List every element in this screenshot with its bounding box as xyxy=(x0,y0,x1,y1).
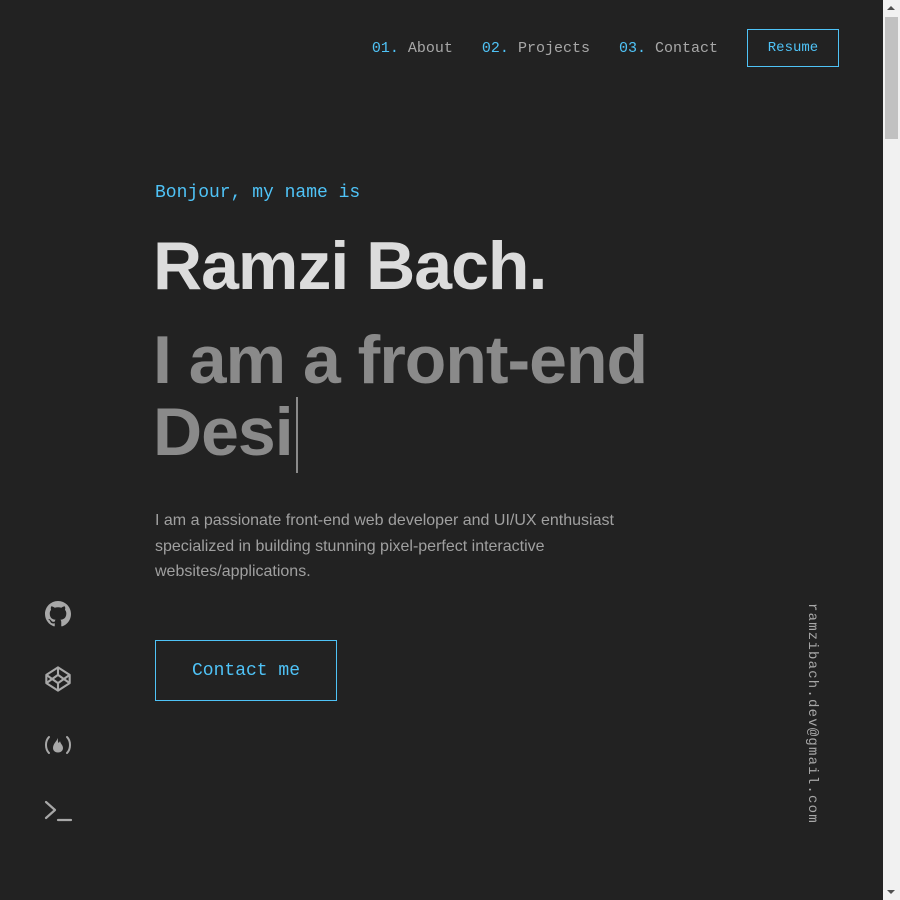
nav-label: Projects xyxy=(517,39,590,57)
resume-button[interactable]: Resume xyxy=(747,29,839,67)
vertical-scrollbar[interactable] xyxy=(883,0,900,900)
scroll-down-arrow-icon[interactable] xyxy=(887,890,895,894)
codepen-link[interactable] xyxy=(42,663,74,695)
codepen-icon xyxy=(44,665,72,693)
typing-cursor xyxy=(295,397,298,473)
github-link[interactable] xyxy=(42,598,74,630)
nav-label: Contact xyxy=(654,39,718,57)
freecodecamp-link[interactable] xyxy=(42,729,74,761)
github-icon xyxy=(45,601,71,627)
hero-name: Ramzi Bach. xyxy=(153,228,547,304)
terminal-icon xyxy=(43,798,73,824)
nav-link-projects[interactable]: 02. Projects xyxy=(482,40,590,57)
nav-number: 03. xyxy=(618,39,646,57)
freecodecamp-icon xyxy=(42,733,74,757)
hero-bio: I am a passionate front-end web develope… xyxy=(155,512,614,580)
contact-me-button[interactable]: Contact me xyxy=(155,640,337,701)
hero-tagline: I am a front-end Desi xyxy=(153,324,753,473)
nav-number: 02. xyxy=(481,39,509,57)
hero-greeting: Bonjour, my name is xyxy=(155,183,361,203)
scroll-up-arrow-icon[interactable] xyxy=(887,6,895,10)
top-nav: 01. About 02. Projects 03. Contact Resum… xyxy=(372,29,839,67)
nav-link-about[interactable]: 01. About xyxy=(372,40,453,57)
tagline-line-2: Desi xyxy=(153,396,753,473)
email-link[interactable]: ramzibach.dev@gmail.com xyxy=(804,603,820,824)
tagline-typed-text: Desi xyxy=(153,394,294,470)
nav-number: 01. xyxy=(371,39,399,57)
nav-label: About xyxy=(407,39,453,57)
nav-link-contact[interactable]: 03. Contact xyxy=(619,40,718,57)
scrollbar-thumb[interactable] xyxy=(885,17,898,139)
terminal-link[interactable] xyxy=(42,795,74,827)
tagline-line-1: I am a front-end xyxy=(153,322,648,398)
portfolio-page: 01. About 02. Projects 03. Contact Resum… xyxy=(0,0,900,900)
